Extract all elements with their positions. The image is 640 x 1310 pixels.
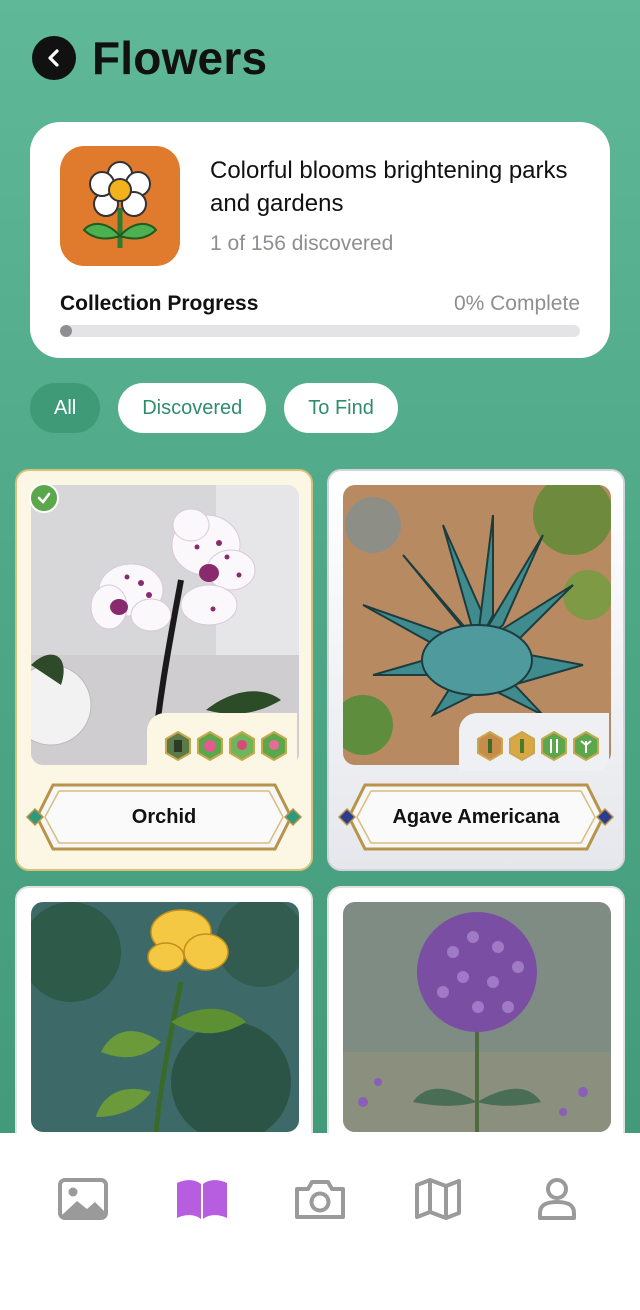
- flower-card-agave[interactable]: Agave Americana: [327, 469, 625, 871]
- plant-badge-icon: [573, 731, 599, 761]
- category-info-card: Colorful blooms brightening parks and ga…: [30, 122, 610, 358]
- bloom-badge-icon: [261, 731, 287, 761]
- flower-card-yellow[interactable]: [15, 886, 313, 1156]
- habitat-badge-icon: [165, 731, 191, 761]
- flower-image-yellow: [31, 902, 299, 1132]
- filter-to-find[interactable]: To Find: [284, 383, 398, 433]
- rose-badge-icon: [229, 731, 255, 761]
- badge-row: [165, 731, 287, 761]
- progress-bar: [60, 325, 580, 337]
- tab-gallery[interactable]: [53, 1173, 113, 1225]
- tab-profile[interactable]: [527, 1173, 587, 1225]
- flower-name: Agave Americana: [392, 805, 560, 828]
- chevron-left-icon: [48, 49, 59, 67]
- page-title: Flowers: [92, 32, 268, 84]
- tab-map[interactable]: [408, 1173, 468, 1225]
- map-icon: [415, 1178, 461, 1220]
- flower-name: Orchid: [131, 805, 197, 828]
- progress-label: Collection Progress: [60, 292, 259, 315]
- badge-tab: [147, 713, 297, 771]
- filter-discovered[interactable]: Discovered: [118, 383, 267, 433]
- discovered-check-icon: [29, 483, 59, 513]
- desert-badge-icon: [477, 731, 503, 761]
- filter-bar: All Discovered To Find: [30, 383, 398, 433]
- badge-row: [477, 731, 599, 761]
- flower-card-purple[interactable]: [327, 886, 625, 1156]
- cactus-badge-icon: [509, 731, 535, 761]
- badge-tab: [459, 713, 609, 771]
- daisy-icon: [82, 161, 158, 248]
- category-icon: [60, 146, 180, 266]
- category-description: Colorful blooms brightening parks and ga…: [210, 157, 568, 217]
- tab-collection[interactable]: [172, 1173, 232, 1225]
- back-button[interactable]: [32, 36, 76, 80]
- discovered-count: 1 of 156 discovered: [210, 232, 394, 255]
- bottom-tab-bar: [0, 1133, 640, 1310]
- flower-badge-icon: [197, 731, 223, 761]
- header: Flowers: [32, 30, 267, 86]
- camera-icon: [295, 1180, 345, 1219]
- name-plate: Agave Americana: [337, 779, 615, 855]
- progress-percent: 0% Complete: [453, 292, 580, 315]
- progress-bar-fill: [60, 325, 72, 337]
- edible-badge-icon: [541, 731, 567, 761]
- flower-image-purple: [343, 902, 611, 1132]
- book-icon: [177, 1180, 227, 1219]
- tab-camera[interactable]: [290, 1173, 350, 1225]
- filter-all[interactable]: All: [30, 383, 101, 433]
- profile-icon: [538, 1178, 576, 1220]
- gallery-icon: [58, 1178, 108, 1220]
- flower-card-orchid[interactable]: Orchid: [15, 469, 313, 871]
- name-plate: Orchid: [25, 779, 303, 855]
